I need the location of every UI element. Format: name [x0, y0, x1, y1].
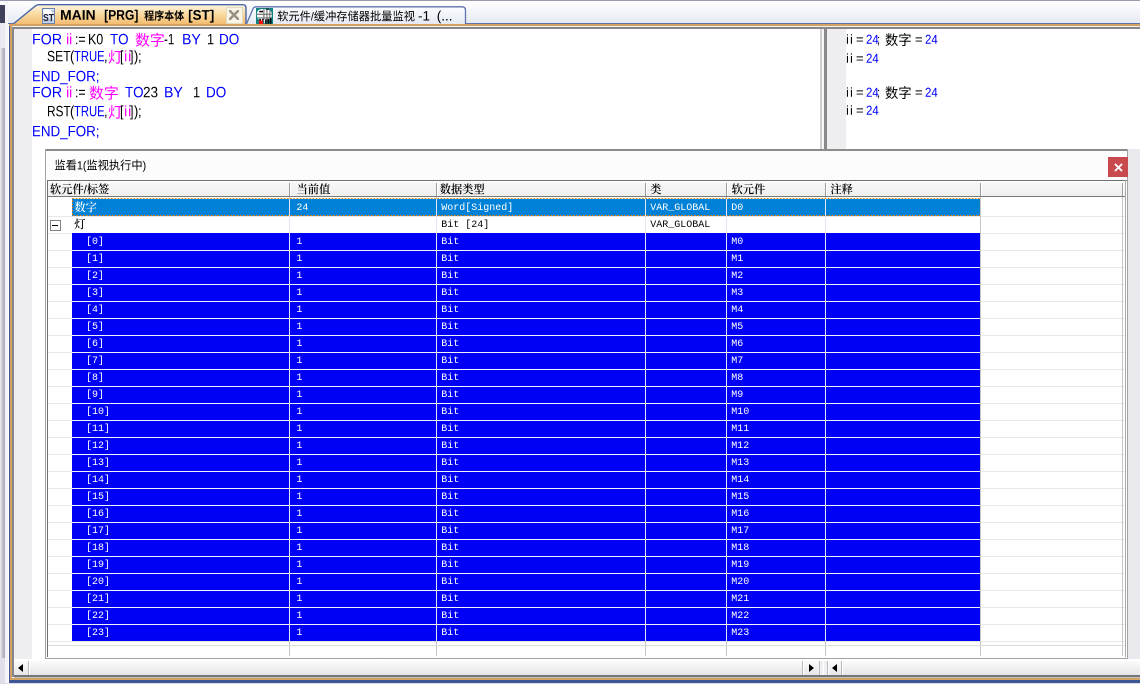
svg-text:ST: ST: [43, 12, 54, 24]
